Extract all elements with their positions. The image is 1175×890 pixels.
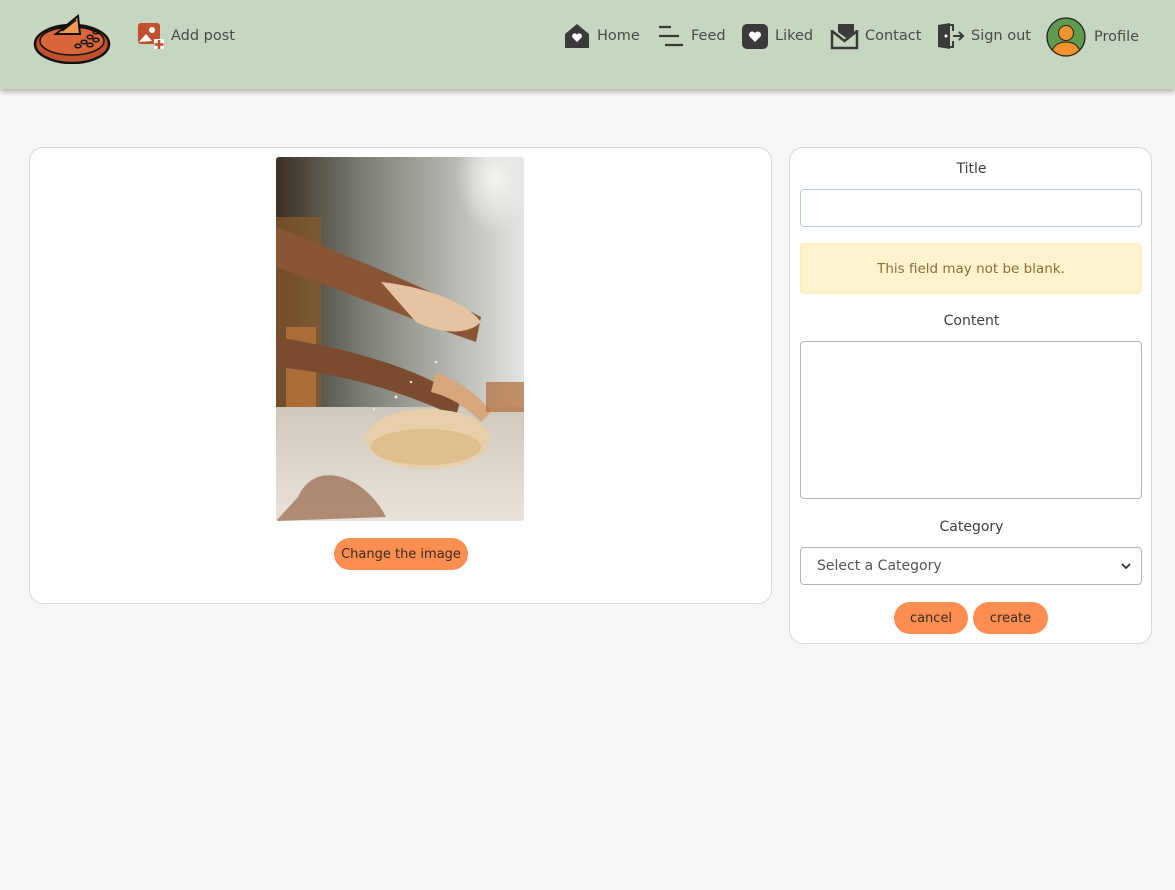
chevron-down-icon <box>1121 563 1131 570</box>
sign-out-icon <box>936 22 965 50</box>
navbar: Add post Home Feed Liked Contact Sign ou… <box>0 0 1175 89</box>
create-button[interactable]: create <box>973 602 1048 634</box>
bread-logo[interactable] <box>32 12 112 65</box>
nav-home[interactable]: Home <box>563 18 640 54</box>
nav-sign-out[interactable]: Sign out <box>936 18 1031 54</box>
title-error-alert: This field may not be blank. <box>800 243 1142 294</box>
nav-liked[interactable]: Liked <box>741 18 813 54</box>
heart-square-icon <box>741 22 769 50</box>
nav-add-post-label: Add post <box>171 28 235 44</box>
nav-contact-label: Contact <box>865 28 922 44</box>
content-label: Content <box>943 313 1000 329</box>
post-image-preview[interactable] <box>276 157 524 521</box>
add-image-icon <box>137 22 165 50</box>
nav-sign-out-label: Sign out <box>971 28 1031 44</box>
image-upload-card: Change the image <box>29 147 772 604</box>
mail-icon <box>830 22 859 50</box>
content-textarea[interactable] <box>800 341 1142 499</box>
nav-profile[interactable]: Profile <box>1046 17 1139 57</box>
category-label: Category <box>939 519 1004 535</box>
change-image-button[interactable]: Change the image <box>334 538 468 570</box>
title-input[interactable] <box>800 189 1142 227</box>
nav-profile-label: Profile <box>1094 29 1140 45</box>
nav-feed-label: Feed <box>691 28 726 44</box>
feed-lines-icon <box>655 22 685 50</box>
title-label: Title <box>956 161 987 177</box>
nav-contact[interactable]: Contact <box>830 18 921 54</box>
category-select-value: Select a Category <box>817 558 942 574</box>
cancel-button[interactable]: cancel <box>894 602 968 634</box>
nav-feed[interactable]: Feed <box>655 18 726 54</box>
nav-add-post[interactable]: Add post <box>137 18 235 54</box>
category-select[interactable]: Select a Category <box>800 547 1142 585</box>
nav-liked-label: Liked <box>775 28 814 44</box>
home-heart-icon <box>563 22 591 50</box>
avatar <box>1046 17 1086 57</box>
nav-home-label: Home <box>597 28 640 44</box>
post-form-card: Title This field may not be blank. Conte… <box>789 147 1152 644</box>
